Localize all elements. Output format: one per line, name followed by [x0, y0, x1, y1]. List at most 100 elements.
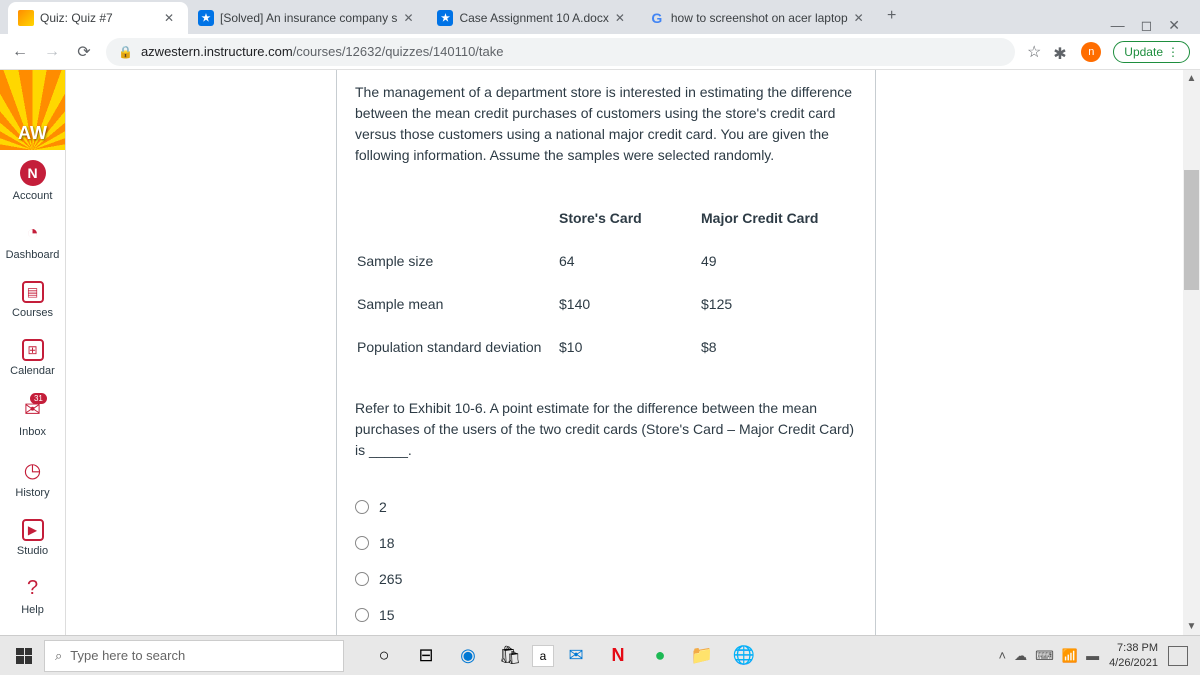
start-button[interactable]: [4, 636, 44, 676]
option-label: 2: [379, 499, 387, 515]
maximize-button[interactable]: ◻: [1141, 17, 1153, 34]
keyboard-icon[interactable]: ⌨: [1035, 648, 1054, 664]
app-icon[interactable]: a: [532, 645, 554, 667]
url-text: azwestern.instructure.com/courses/12632/…: [141, 44, 504, 59]
cell: 64: [559, 241, 699, 282]
sidebar-item-courses[interactable]: ▤ Courses: [0, 271, 65, 329]
back-button[interactable]: ←: [10, 42, 30, 62]
url-input[interactable]: 🔒 azwestern.instructure.com/courses/1263…: [106, 38, 1015, 66]
task-view-icon[interactable]: ⊟: [406, 636, 446, 676]
close-icon[interactable]: ✕: [164, 11, 178, 25]
windows-icon: [16, 648, 32, 664]
tab-title: Quiz: Quiz #7: [40, 11, 158, 25]
reload-button[interactable]: ⟳: [74, 42, 94, 62]
close-icon[interactable]: ✕: [615, 11, 629, 25]
table-row: Sample size 64 49: [357, 241, 855, 282]
answer-options: 2 18 265 15: [337, 481, 875, 635]
cell: $10: [559, 327, 699, 368]
vertical-scrollbar[interactable]: ▲ ▼: [1183, 70, 1200, 635]
sidebar-item-help[interactable]: ? Help: [0, 567, 65, 626]
radio-input[interactable]: [355, 608, 369, 622]
institution-logo[interactable]: AW: [0, 70, 65, 150]
tab-quiz[interactable]: Quiz: Quiz #7 ✕: [8, 2, 188, 34]
bookmark-icon[interactable]: ☆: [1027, 42, 1041, 62]
mail-icon[interactable]: ✉: [556, 636, 596, 676]
cell: $125: [701, 284, 855, 325]
sidebar-label: History: [15, 487, 49, 499]
minimize-button[interactable]: —: [1111, 17, 1125, 34]
sidebar-item-calendar[interactable]: ⊞ Calendar: [0, 329, 65, 387]
option-label: 18: [379, 535, 395, 551]
edge-icon[interactable]: ◉: [448, 636, 488, 676]
tab-google[interactable]: G how to screenshot on acer laptop ✕: [639, 2, 878, 34]
close-window-button[interactable]: ✕: [1168, 17, 1180, 34]
table-row: Population standard deviation $10 $8: [357, 327, 855, 368]
netflix-icon[interactable]: N: [598, 636, 638, 676]
onedrive-icon[interactable]: ☁: [1014, 648, 1027, 664]
answer-option[interactable]: 265: [355, 561, 857, 597]
chrome-icon[interactable]: 🌐: [724, 636, 764, 676]
spotify-icon[interactable]: ●: [640, 636, 680, 676]
battery-icon[interactable]: ▬: [1086, 648, 1099, 664]
sidebar-item-inbox[interactable]: ✉ Inbox: [0, 387, 65, 448]
notifications-icon[interactable]: [1168, 646, 1188, 666]
chevron-up-icon[interactable]: ˄: [999, 648, 1007, 664]
table-row: Sample mean $140 $125: [357, 284, 855, 325]
cortana-icon[interactable]: ○: [364, 636, 404, 676]
tab-case[interactable]: ★ Case Assignment 10 A.docx ✕: [427, 2, 638, 34]
browser-tabstrip: Quiz: Quiz #7 ✕ ★ [Solved] An insurance …: [0, 0, 1200, 34]
taskbar-search[interactable]: ⌕ Type here to search: [44, 640, 344, 672]
store-icon[interactable]: 🛍: [490, 636, 530, 676]
clock[interactable]: 7:38 PM 4/26/2021: [1109, 641, 1158, 670]
date-text: 4/26/2021: [1109, 656, 1158, 670]
taskbar-apps: ○ ⊟ ◉ 🛍 a ✉ N ● 📁 🌐: [364, 636, 764, 676]
option-label: 15: [379, 607, 395, 623]
favicon-coursehero: ★: [198, 10, 214, 26]
help-icon: ?: [27, 577, 38, 600]
sidebar-item-account[interactable]: N Account: [0, 150, 65, 212]
question-prompt: Refer to Exhibit 10-6. A point estimate …: [355, 398, 857, 461]
sidebar-label: Account: [13, 190, 53, 202]
tabs-container: Quiz: Quiz #7 ✕ ★ [Solved] An insurance …: [8, 2, 1099, 34]
radio-input[interactable]: [355, 572, 369, 586]
new-tab-button[interactable]: +: [878, 2, 906, 30]
favicon-coursehero: ★: [437, 10, 453, 26]
dashboard-icon: ◔: [26, 222, 38, 245]
forward-button[interactable]: →: [42, 42, 62, 62]
time-text: 7:38 PM: [1109, 641, 1158, 655]
sidebar-item-dashboard[interactable]: ◔ Dashboard: [0, 212, 65, 271]
address-bar: ← → ⟳ 🔒 azwestern.instructure.com/course…: [0, 34, 1200, 70]
answer-option[interactable]: 15: [355, 597, 857, 633]
quiz-area: The management of a department store is …: [66, 70, 1200, 635]
sidebar-label: Courses: [12, 307, 53, 319]
sidebar-item-history[interactable]: ◷ History: [0, 448, 65, 509]
history-icon: ◷: [24, 458, 41, 483]
question-intro: The management of a department store is …: [355, 82, 857, 166]
canvas-sidebar: AW N Account ◔ Dashboard ▤ Courses ⊞ Cal…: [0, 70, 66, 635]
system-tray: ˄ ☁ ⌨ 📶 ▬ 7:38 PM 4/26/2021: [999, 641, 1196, 670]
radio-input[interactable]: [355, 500, 369, 514]
scroll-down-icon[interactable]: ▼: [1183, 618, 1200, 635]
close-icon[interactable]: ✕: [854, 11, 868, 25]
explorer-icon[interactable]: 📁: [682, 636, 722, 676]
search-icon: ⌕: [55, 648, 62, 664]
tab-title: how to screenshot on acer laptop: [671, 11, 848, 25]
row-label: Population standard deviation: [357, 327, 557, 368]
sidebar-label: Studio: [17, 545, 48, 557]
close-icon[interactable]: ✕: [403, 11, 417, 25]
answer-option[interactable]: 18: [355, 525, 857, 561]
sidebar-item-studio[interactable]: ▶ Studio: [0, 509, 65, 567]
wifi-icon[interactable]: 📶: [1062, 648, 1078, 664]
profile-avatar[interactable]: n: [1081, 42, 1101, 62]
scroll-up-icon[interactable]: ▲: [1183, 70, 1200, 87]
sidebar-label: Dashboard: [6, 249, 60, 261]
update-button[interactable]: Update ⋮: [1113, 41, 1190, 63]
tray-icons: ˄ ☁ ⌨ 📶 ▬: [999, 648, 1100, 664]
scroll-thumb[interactable]: [1184, 170, 1199, 290]
radio-input[interactable]: [355, 536, 369, 550]
table-header: [357, 198, 557, 239]
extensions-icon[interactable]: ✱: [1053, 44, 1069, 60]
tab-solved[interactable]: ★ [Solved] An insurance company s ✕: [188, 2, 427, 34]
answer-option[interactable]: 2: [355, 489, 857, 525]
page-content: AW N Account ◔ Dashboard ▤ Courses ⊞ Cal…: [0, 70, 1200, 635]
